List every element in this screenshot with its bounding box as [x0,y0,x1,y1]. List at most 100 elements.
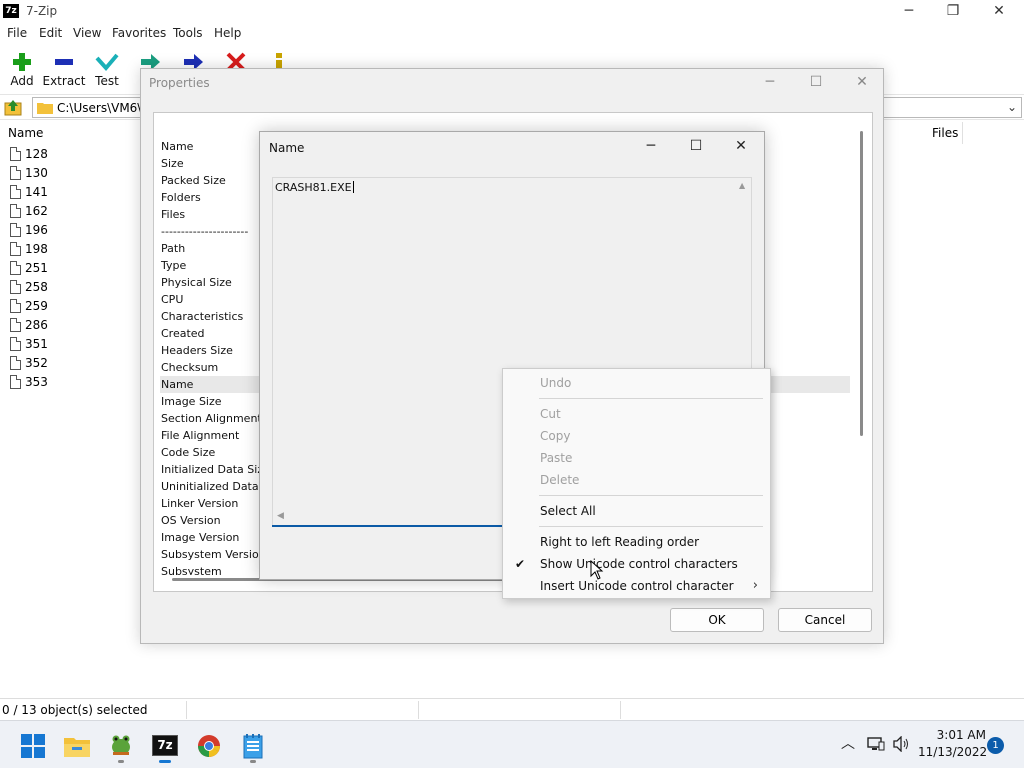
menu-item-undo[interactable]: Undo [503,372,770,394]
volume-icon[interactable] [892,736,910,752]
menu-edit[interactable]: Edit [39,26,62,40]
file-icon [10,166,21,180]
taskbar-file-explorer[interactable] [57,727,97,763]
file-icon [10,261,21,275]
menu-item-label: Copy [540,429,571,443]
menu-item-delete[interactable]: Delete [503,469,770,491]
list-item[interactable]: 128 [8,145,128,164]
test-label: Test [95,74,119,88]
maximize-button[interactable]: ❐ [930,0,976,24]
column-header-files[interactable]: Files [932,126,958,140]
notepad-icon [243,734,263,759]
running-indicator [118,760,124,763]
menu-item-copy[interactable]: Copy [503,425,770,447]
taskbar-notepad[interactable] [233,727,273,763]
path-dropdown-chevron-icon[interactable]: ⌄ [1007,100,1017,114]
window-title: 7-Zip [26,4,58,18]
show-hidden-icons-chevron-icon[interactable]: ︿ [841,733,855,753]
properties-maximize-button[interactable]: ☐ [793,71,839,95]
file-icon [10,337,21,351]
properties-close-button[interactable]: ✕ [839,71,885,95]
file-name: 258 [25,280,48,294]
context-menu: Undo Cut Copy Paste Delete Select All Ri… [502,368,771,599]
clock-time[interactable]: 3:01 AM [932,728,986,742]
scroll-left-arrow-icon[interactable]: ◀ [277,511,284,521]
menu-item-show-unicode-control-chars[interactable]: ✔ Show Unicode control characters [503,553,770,575]
network-icon[interactable] [867,736,885,752]
menu-item-insert-unicode-control-char[interactable]: Insert Unicode control character › [503,575,770,597]
taskbar-7zip[interactable]: 7z [145,727,185,763]
up-folder-icon[interactable] [4,98,22,116]
close-button[interactable]: ✕ [976,0,1022,24]
file-name: 353 [25,375,48,389]
file-name: 162 [25,204,48,218]
clock-date[interactable]: 11/13/2022 [918,745,987,759]
file-icon [10,318,21,332]
file-icon [10,204,21,218]
file-icon [10,147,21,161]
main-title-bar[interactable]: 7z 7-Zip ─ ❐ ✕ [0,0,1024,24]
name-text-value[interactable]: CRASH81.EXE [275,181,354,194]
windows-start-button[interactable] [12,727,52,763]
file-icon [10,356,21,370]
taskbar-chrome[interactable] [189,727,229,763]
active-indicator [159,760,171,763]
file-name: 198 [25,242,48,256]
menu-file[interactable]: File [7,26,27,40]
extract-button[interactable]: Extract [42,48,86,92]
name-minimize-button[interactable]: ─ [628,135,674,159]
list-item[interactable]: 258 [8,278,128,297]
column-divider[interactable] [962,122,963,144]
menu-item-select-all[interactable]: Select All [503,500,770,522]
properties-minimize-button[interactable]: ─ [747,71,793,95]
list-item[interactable]: 251 [8,259,128,278]
ok-button[interactable]: OK [670,608,764,632]
windows-start-icon [21,734,45,758]
column-header-name[interactable]: Name [8,126,43,140]
name-close-button[interactable]: ✕ [718,135,764,159]
properties-title: Properties [149,76,210,90]
file-name: 251 [25,261,48,275]
menu-favorites[interactable]: Favorites [112,26,166,40]
menu-view[interactable]: View [73,26,101,40]
menu-help[interactable]: Help [214,26,241,40]
list-item[interactable]: 259 [8,297,128,316]
list-item[interactable]: 352 [8,354,128,373]
checkmark-icon: ✔ [515,557,526,571]
notification-badge[interactable]: 1 [987,737,1004,754]
menu-tools[interactable]: Tools [173,26,203,40]
scrollbar-thumb[interactable] [860,131,863,436]
file-name: 141 [25,185,48,199]
chrome-icon [198,735,220,757]
list-item[interactable]: 198 [8,240,128,259]
properties-vertical-scrollbar[interactable] [854,117,870,573]
scroll-up-arrow-icon[interactable]: ▲ [739,181,745,190]
status-divider [418,701,419,719]
list-item[interactable]: 286 [8,316,128,335]
menu-item-rtl-reading-order[interactable]: Right to left Reading order [503,531,770,553]
file-icon [10,242,21,256]
submenu-arrow-icon: › [752,578,758,593]
minus-icon [55,59,73,65]
file-icon [10,299,21,313]
add-label: Add [10,74,34,88]
name-maximize-button[interactable]: ☐ [673,135,719,159]
menu-item-cut[interactable]: Cut [503,403,770,425]
7zip-taskbar-icon: 7z [152,735,178,756]
list-item[interactable]: 196 [8,221,128,240]
menu-item-paste[interactable]: Paste [503,447,770,469]
minimize-button[interactable]: ─ [886,0,932,24]
test-button[interactable]: Test [85,48,129,92]
list-item[interactable]: 351 [8,335,128,354]
taskbar-frog-app[interactable] [101,727,141,763]
cancel-button[interactable]: Cancel [778,608,872,632]
list-item[interactable]: 141 [8,183,128,202]
menu-bar: File Edit View Favorites Tools Help [0,24,1024,44]
status-divider [186,701,187,719]
add-button[interactable]: Add [0,48,44,92]
file-icon [10,223,21,237]
list-item[interactable]: 162 [8,202,128,221]
list-item[interactable]: 130 [8,164,128,183]
menu-item-label: Right to left Reading order [540,535,700,549]
list-item[interactable]: 353 [8,373,128,392]
